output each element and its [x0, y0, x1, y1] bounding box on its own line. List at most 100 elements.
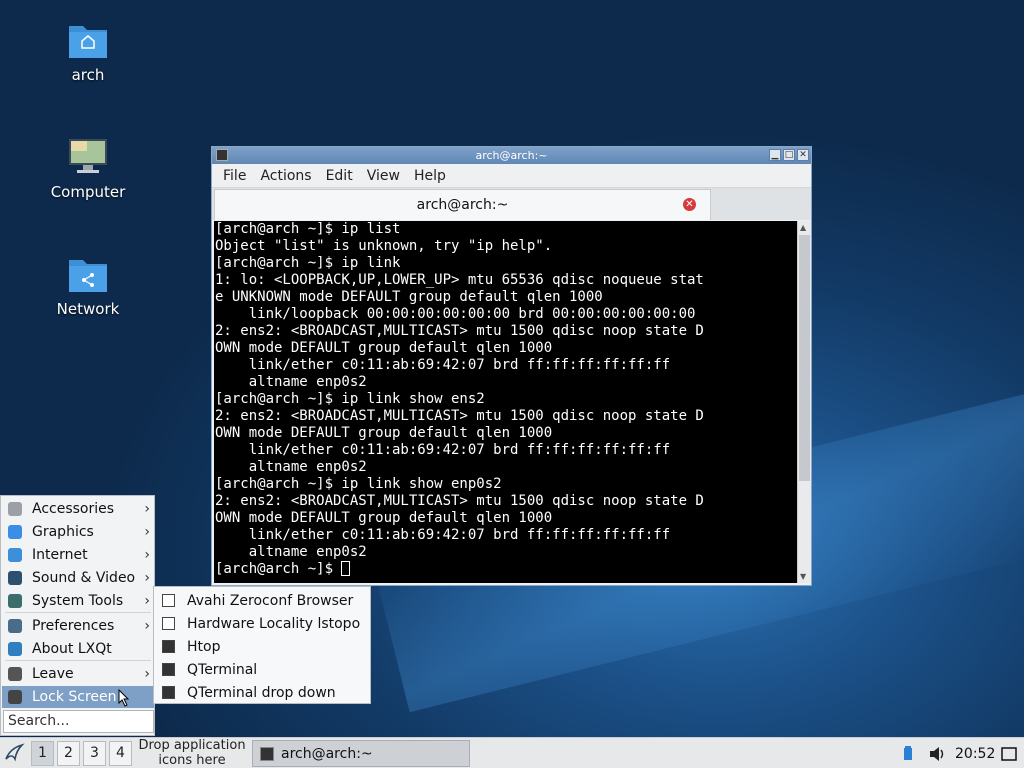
- window-titlebar[interactable]: arch@arch:~ ▁ □ ✕: [212, 147, 811, 164]
- minimize-button[interactable]: ▁: [769, 149, 781, 161]
- tab-label: arch@arch:~: [416, 197, 509, 213]
- menu-bar: File Actions Edit View Help: [212, 164, 811, 188]
- close-button[interactable]: ✕: [797, 149, 809, 161]
- htop-icon: [162, 640, 175, 653]
- lock-screen-icon: [8, 690, 22, 704]
- menu-item-accessories[interactable]: Accessories ›: [2, 498, 154, 520]
- terminal-line: altname enp0s2: [215, 374, 367, 390]
- terminal-output[interactable]: [arch@arch ~]$ ip list Object "list" is u…: [214, 221, 797, 583]
- submenu-item-avahi-zeroconf-browser[interactable]: Avahi Zeroconf Browser: [156, 589, 368, 612]
- terminal-line: Object "list" is unknown, try "ip help".: [215, 238, 553, 254]
- chevron-right-icon: ›: [144, 618, 150, 634]
- clock[interactable]: 20:52: [955, 738, 995, 768]
- desktop-icon-network[interactable]: Network: [33, 254, 143, 318]
- quicklaunch-drop-hint: Drop application icons here: [138, 738, 246, 768]
- system-tools-submenu: Avahi Zeroconf Browser Hardware Locality …: [153, 586, 371, 704]
- network-folder-icon: [69, 260, 107, 292]
- terminal-line: 2: ens2: <BROADCAST,MULTICAST> mtu 1500 …: [215, 323, 704, 339]
- chevron-right-icon: ›: [144, 547, 150, 563]
- terminal-task-icon: [260, 746, 274, 761]
- terminal-line: altname enp0s2: [215, 544, 367, 560]
- desktop-switch-4[interactable]: 4: [109, 741, 132, 766]
- terminal-line: e UNKNOWN mode DEFAULT group default qle…: [215, 289, 603, 305]
- terminal-line: link/loopback 00:00:00:00:00:00 brd 00:0…: [215, 306, 696, 322]
- terminal-line: link/ether c0:11:ab:69:42:07 brd ff:ff:f…: [215, 357, 671, 373]
- scrollbar-thumb[interactable]: [799, 235, 810, 481]
- submenu-item-qterminal-drop-down[interactable]: QTerminal drop down: [156, 681, 368, 704]
- terminal-tab[interactable]: arch@arch:~ ✕: [214, 189, 711, 220]
- task-label: arch@arch:~: [281, 745, 373, 762]
- menu-item-leave[interactable]: Leave ›: [2, 663, 154, 685]
- terminal-line: [arch@arch ~]$ ip link show enp0s2: [215, 476, 502, 492]
- menu-search-input[interactable]: Search...: [3, 710, 154, 733]
- terminal-line: 1: lo: <LOOPBACK,UP,LOWER_UP> mtu 65536 …: [215, 272, 704, 288]
- menu-actions[interactable]: Actions: [253, 168, 318, 184]
- desktop-switch-1[interactable]: 1: [31, 741, 54, 766]
- mouse-pointer-icon: [118, 689, 130, 707]
- menu-item-lock-screen[interactable]: Lock Screen: [2, 686, 154, 708]
- menu-item-sound-video[interactable]: Sound & Video ›: [2, 567, 154, 589]
- terminal-line: altname enp0s2: [215, 459, 367, 475]
- submenu-item-hardware-locality-lstopo[interactable]: Hardware Locality lstopo: [156, 612, 368, 635]
- menu-edit[interactable]: Edit: [319, 168, 360, 184]
- close-tab-icon[interactable]: ✕: [683, 198, 696, 211]
- menu-item-label: About LXQt: [32, 641, 112, 657]
- menu-separator: [5, 660, 151, 661]
- menu-item-label: System Tools: [32, 593, 124, 609]
- maximize-button[interactable]: □: [783, 149, 795, 161]
- menu-item-label: Accessories: [32, 501, 115, 517]
- menu-item-label: Internet: [32, 547, 88, 563]
- taskbar: 1 2 3 4 Drop application icons here arch…: [0, 737, 1024, 768]
- desktop-switch-3[interactable]: 3: [83, 741, 106, 766]
- terminal-line: [arch@arch ~]$ ip list: [215, 221, 401, 237]
- desktop-icon-computer[interactable]: Computer: [33, 137, 143, 201]
- volume-icon[interactable]: [928, 738, 946, 768]
- show-desktop-icon[interactable]: [1001, 738, 1017, 768]
- chevron-right-icon: ›: [144, 501, 150, 517]
- vertical-scrollbar[interactable]: ▲ ▼: [797, 221, 811, 583]
- tab-bar: arch@arch:~ ✕: [212, 188, 811, 220]
- desktop-icon-label: arch: [71, 66, 105, 84]
- submenu-item-label: Hardware Locality lstopo: [187, 615, 361, 632]
- menu-item-label: Sound & Video: [32, 570, 136, 586]
- scroll-down-icon[interactable]: ▼: [800, 572, 806, 581]
- taskbar-task-terminal[interactable]: arch@arch:~: [252, 740, 470, 767]
- chevron-right-icon: ›: [144, 524, 150, 540]
- submenu-item-label: Avahi Zeroconf Browser: [187, 592, 354, 609]
- graphics-icon: [8, 525, 22, 539]
- computer-icon: [69, 139, 107, 173]
- internet-icon: [8, 548, 22, 562]
- terminal-window[interactable]: arch@arch:~ ▁ □ ✕ File Actions Edit View…: [211, 146, 812, 586]
- menu-item-system-tools[interactable]: System Tools ›: [2, 590, 154, 612]
- window-title: arch@arch:~: [475, 149, 548, 162]
- about-lxqt-icon: [8, 642, 22, 656]
- menu-item-label: Lock Screen: [32, 689, 117, 705]
- system-tools-icon: [8, 594, 22, 608]
- desktop-switch-2[interactable]: 2: [57, 741, 80, 766]
- menu-item-preferences[interactable]: Preferences ›: [2, 615, 154, 637]
- menu-view[interactable]: View: [360, 168, 407, 184]
- menu-help[interactable]: Help: [407, 168, 453, 184]
- terminal-prompt-line: [arch@arch ~]$: [215, 561, 797, 578]
- preferences-icon: [8, 619, 22, 633]
- terminal-line: OWN mode DEFAULT group default qlen 1000: [215, 510, 553, 526]
- submenu-item-htop[interactable]: Htop: [156, 635, 368, 658]
- menu-item-about-lxqt[interactable]: About LXQt: [2, 638, 154, 660]
- menu-item-label: Preferences: [32, 618, 115, 634]
- terminal-line: [arch@arch ~]$ ip link: [215, 255, 401, 271]
- terminal-line: link/ether c0:11:ab:69:42:07 brd ff:ff:f…: [215, 442, 671, 458]
- submenu-item-qterminal[interactable]: QTerminal: [156, 658, 368, 681]
- terminal-app-icon: [216, 149, 228, 161]
- chevron-right-icon: ›: [144, 593, 150, 609]
- desktop-icon-home[interactable]: arch: [33, 20, 143, 84]
- scroll-up-icon[interactable]: ▲: [800, 223, 806, 232]
- menu-item-internet[interactable]: Internet ›: [2, 544, 154, 566]
- home-folder-icon: [69, 26, 107, 58]
- network-tray-icon[interactable]: [902, 738, 914, 768]
- menu-item-graphics[interactable]: Graphics ›: [2, 521, 154, 543]
- qterminal-drop-down-icon: [162, 686, 175, 699]
- submenu-item-label: QTerminal: [187, 661, 258, 678]
- menu-file[interactable]: File: [216, 168, 253, 184]
- chevron-right-icon: ›: [144, 570, 150, 586]
- start-menu-button[interactable]: [2, 741, 26, 765]
